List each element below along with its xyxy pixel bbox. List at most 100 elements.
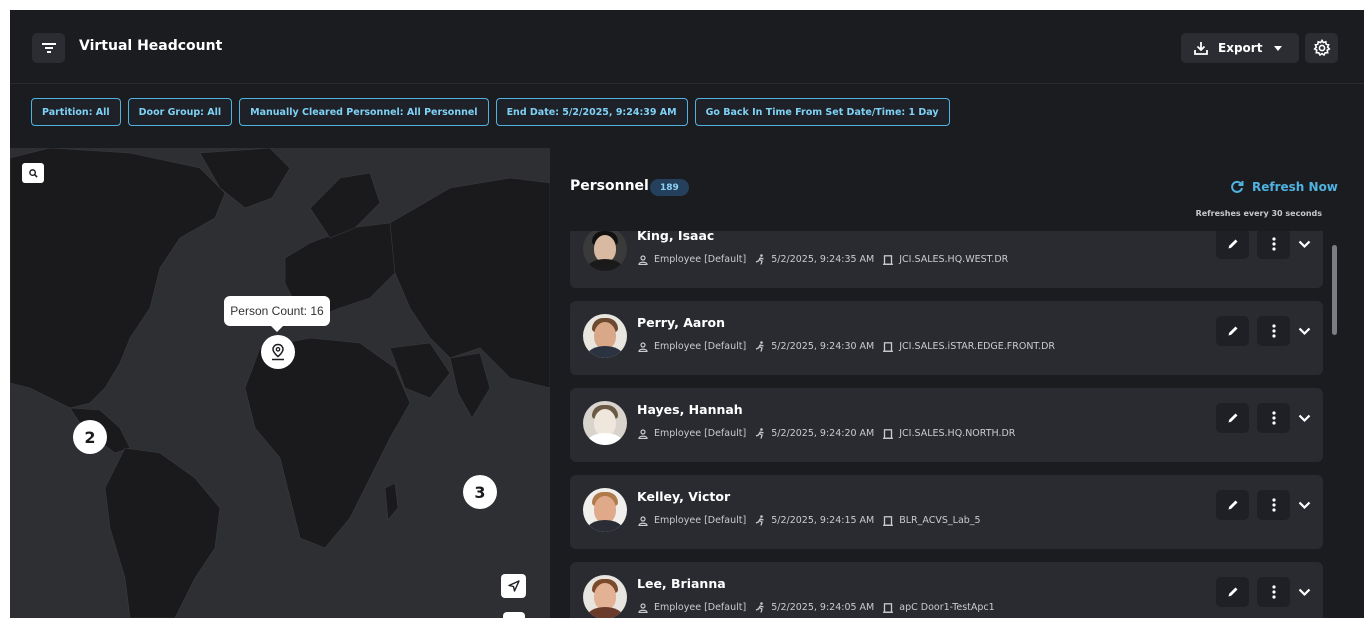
personnel-panel: Personnel 189 Refresh Now Refreshes ever… [550,148,1364,618]
edit-button[interactable] [1216,231,1249,259]
chip-cleared-personnel[interactable]: Manually Cleared Personnel: All Personne… [239,98,489,126]
chevron-down-icon [1298,240,1310,248]
list-scrollbar[interactable] [1332,245,1337,335]
personnel-card[interactable]: Lee, Brianna Employee [Default] 5/2/2025… [570,562,1323,618]
edit-button[interactable] [1216,316,1249,346]
door-icon [883,341,894,352]
personnel-type: Employee [Default] [654,254,747,265]
personnel-card[interactable]: Kelley, Victor Employee [Default] 5/2/20… [570,475,1323,549]
avatar [583,575,627,618]
personnel-name: Lee, Brianna [637,576,726,591]
personnel-card[interactable]: Perry, Aaron Employee [Default] 5/2/2025… [570,301,1323,375]
personnel-time: 5/2/2025, 9:24:35 AM [771,254,875,265]
personnel-time: 5/2/2025, 9:24:20 AM [771,428,875,439]
running-person-icon [755,602,765,613]
world-map[interactable]: Person Count: 16 2 3 [10,148,550,618]
running-person-icon [755,254,765,265]
running-person-icon [755,428,765,439]
expand-button[interactable] [1292,577,1316,607]
more-vertical-icon [1271,324,1276,338]
filter-toggle-button[interactable] [32,33,65,63]
chevron-down-icon [1298,501,1310,509]
person-icon [638,341,648,352]
map-tooltip: Person Count: 16 [224,296,330,332]
personnel-name: Kelley, Victor [637,489,731,504]
more-vertical-icon [1271,585,1276,599]
more-options-button[interactable] [1257,403,1290,433]
refresh-now-button[interactable]: Refresh Now [1230,180,1338,194]
pencil-icon [1228,326,1237,336]
gear-icon [1312,39,1331,57]
avatar [583,488,627,532]
personnel-meta: Employee [Default] 5/2/2025, 9:24:05 AM … [638,602,1004,613]
chip-partition[interactable]: Partition: All [31,98,121,126]
expand-button[interactable] [1292,316,1316,346]
door-icon [883,254,894,265]
personnel-door: JCI.SALES.iSTAR.EDGE.FRONT.DR [899,341,1056,352]
expand-button[interactable] [1292,490,1316,520]
personnel-card[interactable]: King, Isaac Employee [Default] 5/2/2025,… [570,231,1323,288]
chip-door-group[interactable]: Door Group: All [127,98,233,126]
personnel-list: King, Isaac Employee [Default] 5/2/2025,… [570,231,1323,618]
personnel-count-badge: 189 [650,179,689,196]
personnel-type: Employee [Default] [654,602,747,613]
person-icon [638,515,648,526]
filter-chips: Partition: All Door Group: All Manually … [31,98,950,126]
navigation-arrow-icon [507,580,520,592]
personnel-card[interactable]: Hayes, Hannah Employee [Default] 5/2/202… [570,388,1323,462]
map-cluster-marker[interactable]: 2 [73,420,107,454]
location-pin-marker[interactable] [261,335,295,369]
pencil-icon [1228,413,1237,423]
header-bar: Virtual Headcount Export [10,10,1364,84]
personnel-time: 5/2/2025, 9:24:15 AM [771,515,875,526]
map-zoom-button[interactable] [503,612,525,618]
chevron-down-icon [1274,45,1283,51]
map-landmass [10,148,550,618]
person-icon [638,254,648,265]
location-pin-icon [272,343,284,361]
personnel-name: Perry, Aaron [637,315,726,330]
export-label: Export [1218,41,1263,55]
personnel-time: 5/2/2025, 9:24:05 AM [771,602,875,613]
pencil-icon [1228,587,1237,597]
edit-button[interactable] [1216,403,1249,433]
personnel-title: Personnel [570,178,649,194]
expand-button[interactable] [1292,231,1316,259]
filter-icon [41,43,56,53]
expand-button[interactable] [1292,403,1316,433]
person-icon [638,602,648,613]
personnel-door: apC Door1-TestApc1 [899,602,995,613]
download-icon [1194,42,1208,55]
chip-go-back-in-time[interactable]: Go Back In Time From Set Date/Time: 1 Da… [694,98,950,126]
personnel-meta: Employee [Default] 5/2/2025, 9:24:15 AM … [638,515,990,526]
more-options-button[interactable] [1257,490,1290,520]
chevron-down-icon [1298,588,1310,596]
person-icon [638,428,648,439]
more-options-button[interactable] [1257,231,1290,259]
edit-button[interactable] [1216,577,1249,607]
search-icon [28,168,38,178]
more-vertical-icon [1271,411,1276,425]
personnel-door: JCI.SALES.HQ.WEST.DR [899,254,1009,265]
map-cluster-marker[interactable]: 3 [463,475,497,509]
more-options-button[interactable] [1257,577,1290,607]
personnel-meta: Employee [Default] 5/2/2025, 9:24:30 AM … [638,341,1064,352]
edit-button[interactable] [1216,490,1249,520]
personnel-type: Employee [Default] [654,428,747,439]
personnel-name: Hayes, Hannah [637,402,743,417]
personnel-name: King, Isaac [637,231,715,243]
map-search-button[interactable] [22,163,44,183]
more-vertical-icon [1271,498,1276,512]
running-person-icon [755,341,765,352]
more-options-button[interactable] [1257,316,1290,346]
pencil-icon [1228,500,1237,510]
chip-end-date[interactable]: End Date: 5/2/2025, 9:24:39 AM [495,98,688,126]
personnel-door: BLR_ACVS_Lab_5 [899,515,981,526]
door-icon [883,515,894,526]
locate-me-button[interactable] [501,574,526,598]
refresh-now-label: Refresh Now [1252,180,1338,194]
export-button[interactable]: Export [1181,33,1299,63]
avatar [583,231,627,271]
settings-button[interactable] [1305,33,1338,63]
page-title: Virtual Headcount [79,38,223,54]
